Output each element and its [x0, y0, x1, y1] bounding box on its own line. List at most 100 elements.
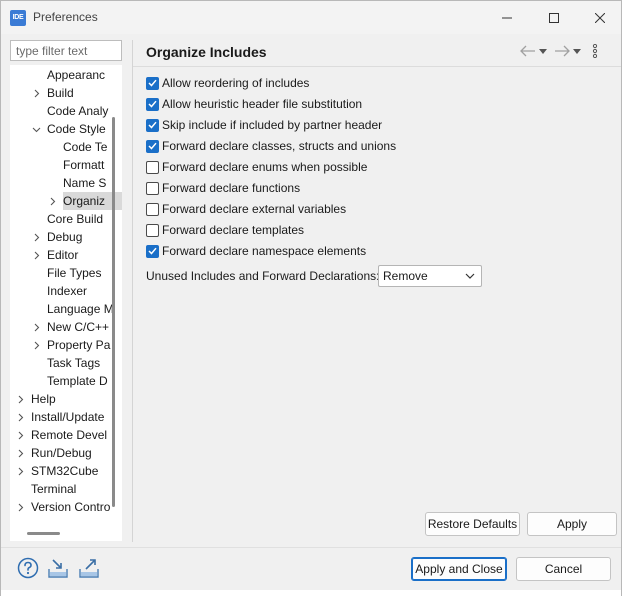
minimize-button[interactable]	[484, 1, 530, 34]
preferences-tree[interactable]: Appearanc Build Code Analy Code Style Code T…	[10, 65, 122, 541]
tree-item-label: Editor	[47, 248, 79, 262]
chevron-right-icon[interactable]	[15, 498, 25, 516]
checkmark-icon	[148, 247, 157, 255]
checkmark-icon	[148, 79, 157, 87]
close-button[interactable]	[577, 1, 622, 34]
tree-item[interactable]: Help	[10, 390, 122, 408]
tree-item-label: Code Analy	[47, 104, 109, 118]
cancel-button[interactable]: Cancel	[516, 557, 611, 581]
restore-defaults-button[interactable]: Restore Defaults	[425, 512, 520, 536]
chevron-right-icon[interactable]	[15, 390, 25, 408]
checkmark-icon	[148, 121, 157, 129]
option-checkbox-row[interactable]: Allow reordering of includes	[146, 75, 309, 91]
tree-vertical-scrollbar[interactable]	[112, 117, 115, 507]
tree-item-label: STM32Cube	[31, 464, 99, 478]
option-checkbox-row[interactable]: Allow heuristic header file substitution	[146, 96, 362, 112]
tree-item[interactable]: Code Te	[10, 138, 122, 156]
tree-item[interactable]: Install/Update	[10, 408, 122, 426]
tree-item-label: Help	[31, 392, 56, 406]
checkbox-checked[interactable]	[146, 118, 159, 132]
chevron-down-icon[interactable]	[31, 120, 41, 138]
tree-item[interactable]: Task Tags	[10, 354, 122, 372]
tree-item[interactable]: Debug	[10, 228, 122, 246]
chevron-right-icon[interactable]	[15, 444, 25, 462]
tree-item-label: Run/Debug	[31, 446, 92, 460]
apply-button[interactable]: Apply	[527, 512, 617, 536]
tree-item[interactable]: Property Pa	[10, 336, 122, 354]
tree-item[interactable]: Code Analy	[10, 102, 122, 120]
apply-and-close-button[interactable]: Apply and Close	[411, 557, 507, 581]
checkbox-checked[interactable]	[146, 139, 159, 153]
tree-item[interactable]: Template D	[10, 372, 122, 390]
tree-item[interactable]: Core Build	[10, 210, 122, 228]
chevron-right-icon[interactable]	[47, 192, 57, 210]
tree-item[interactable]: Organiz	[10, 192, 122, 210]
chevron-right-icon[interactable]	[31, 228, 41, 246]
option-checkbox-row[interactable]: Forward declare external variables	[146, 201, 346, 217]
tree-item-label: Task Tags	[47, 356, 101, 370]
checkbox-unchecked[interactable]	[146, 160, 159, 174]
export-icon[interactable]	[78, 556, 102, 580]
checkbox-checked[interactable]	[146, 244, 159, 258]
option-checkbox-row[interactable]: Forward declare classes, structs and uni…	[146, 138, 396, 154]
tree-item-label: Property Pa	[47, 338, 111, 352]
back-arrow-icon[interactable]	[519, 41, 537, 61]
checkbox-unchecked[interactable]	[146, 223, 159, 237]
option-checkbox-row[interactable]: Forward declare functions	[146, 180, 300, 196]
unused-includes-label: Unused Includes and Forward Declarations…	[146, 269, 380, 283]
tree-item-label: Template D	[47, 374, 108, 388]
tree-item[interactable]: Version Contro	[10, 498, 122, 516]
option-label: Forward declare functions	[162, 181, 301, 195]
preferences-window: IDE Preferences Appearanc Build Code Analy…	[0, 0, 622, 596]
tree-item[interactable]: Remote Devel	[10, 426, 122, 444]
panel-splitter[interactable]	[132, 40, 133, 542]
tree-item[interactable]: Code Style	[10, 120, 122, 138]
checkbox-checked[interactable]	[146, 76, 159, 90]
help-icon[interactable]	[16, 556, 40, 580]
tree-item[interactable]: New C/C++	[10, 318, 122, 336]
chevron-right-icon[interactable]	[15, 462, 25, 480]
tree-item-label: Code Te	[63, 140, 108, 154]
option-checkbox-row[interactable]: Forward declare templates	[146, 222, 304, 238]
tree-item[interactable]: Name S	[10, 174, 122, 192]
checkbox-checked[interactable]	[146, 97, 159, 111]
unused-includes-select[interactable]: Remove	[378, 265, 482, 287]
chevron-right-icon[interactable]	[15, 408, 25, 426]
back-menu-caret-icon[interactable]	[537, 41, 549, 61]
tree-item[interactable]: Build	[10, 84, 122, 102]
tree-item[interactable]: Language M	[10, 300, 122, 318]
import-icon[interactable]	[47, 556, 71, 580]
tree-item[interactable]: File Types	[10, 264, 122, 282]
checkbox-unchecked[interactable]	[146, 181, 159, 195]
tree-item[interactable]: Formatt	[10, 156, 122, 174]
tree-item-label: Name S	[63, 176, 107, 190]
option-checkbox-row[interactable]: Forward declare enums when possible	[146, 159, 367, 175]
chevron-right-icon[interactable]	[31, 84, 41, 102]
forward-menu-caret-icon[interactable]	[571, 41, 583, 61]
forward-arrow-icon[interactable]	[553, 41, 571, 61]
chevron-right-icon[interactable]	[15, 426, 25, 444]
tree-item-label: Formatt	[63, 158, 105, 172]
tree-item-label: Terminal	[31, 482, 77, 496]
tree-item-label: Language M	[47, 302, 114, 316]
tree-item-label: Code Style	[47, 122, 106, 136]
tree-item[interactable]: Indexer	[10, 282, 122, 300]
minimize-icon	[502, 17, 512, 18]
tree-item[interactable]: Run/Debug	[10, 444, 122, 462]
tree-item[interactable]: Appearanc	[10, 66, 122, 84]
tree-item[interactable]: STM32Cube	[10, 462, 122, 480]
maximize-button[interactable]	[531, 1, 577, 34]
checkbox-unchecked[interactable]	[146, 202, 159, 216]
filter-input[interactable]	[10, 40, 122, 61]
option-checkbox-row[interactable]: Forward declare namespace elements	[146, 243, 366, 259]
option-checkbox-row[interactable]: Skip include if included by partner head…	[146, 117, 382, 133]
tree-horizontal-scrollbar[interactable]	[27, 532, 60, 535]
chevron-right-icon[interactable]	[31, 336, 41, 354]
view-menu-icon[interactable]	[589, 41, 601, 61]
title-bar[interactable]: IDE Preferences	[1, 1, 621, 34]
chevron-right-icon[interactable]	[31, 246, 41, 264]
chevron-right-icon[interactable]	[31, 318, 41, 336]
tree-item[interactable]: Editor	[10, 246, 122, 264]
tree-item[interactable]: Terminal	[10, 480, 122, 498]
close-icon	[595, 12, 605, 23]
